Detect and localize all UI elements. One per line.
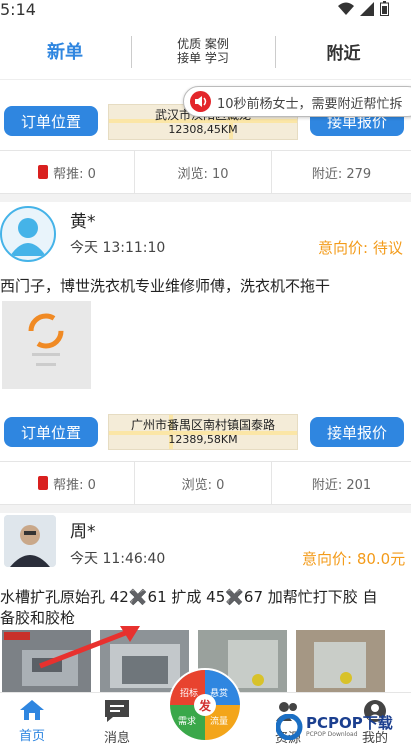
- tab-mid-line2: 接单 学习: [177, 51, 229, 65]
- order-location-label: 订单位置: [20, 423, 81, 442]
- separator: [0, 505, 411, 513]
- home-icon: [20, 700, 44, 720]
- status-bar: 5:14: [0, 0, 411, 22]
- ticker-text: 10秒前杨女士，需要附近帮忙拆: [217, 97, 403, 112]
- help-count: 帮推: 0: [53, 477, 96, 493]
- watermark-sub: PCPOP Download: [306, 731, 358, 738]
- battery-icon: [380, 1, 389, 16]
- order-action-bar: 订单位置 广州市番禺区南村镇国泰路 12389,58KM 接单报价: [0, 413, 411, 451]
- order-location-button[interactable]: 订单位置: [4, 417, 98, 447]
- fab-label-traffic: 流量: [210, 717, 229, 727]
- signal-icon: [360, 1, 374, 16]
- fab-label-bid: 招标: [180, 689, 199, 699]
- order-distance: 12389,58KM: [168, 433, 238, 446]
- tab-near-label: 附近: [326, 43, 361, 64]
- help-count: 帮推: 0: [53, 166, 96, 182]
- nav-home[interactable]: 首页: [2, 699, 62, 755]
- views-stat: 浏览: 10: [135, 151, 271, 193]
- order-address: 广州市番禺区南村镇国泰路: [130, 418, 275, 432]
- quote-button[interactable]: 接单报价: [310, 417, 404, 447]
- nearby-count: 附近: 279: [311, 166, 372, 182]
- status-icons: [338, 1, 389, 16]
- speaker-icon: [190, 91, 211, 112]
- order-photo[interactable]: [296, 630, 385, 692]
- post-time: 今天 11:46:40: [70, 551, 166, 567]
- order-location-button[interactable]: 订单位置: [4, 106, 98, 136]
- status-time: 5:14: [0, 0, 36, 19]
- views-stat: 浏览: 0: [135, 462, 271, 504]
- nearby-count: 附近: 201: [311, 477, 372, 493]
- pcpop-logo-icon: [276, 714, 303, 740]
- pcpop-watermark: PCPOP下载 PCPOP Download: [276, 712, 408, 742]
- views-count: 浏览: 10: [177, 166, 229, 182]
- nav-messages[interactable]: 消息: [87, 699, 147, 755]
- order-stats: 帮推: 0 浏览: 10 附近: 279: [0, 150, 411, 194]
- wifi-icon: [338, 2, 354, 15]
- tab-cases-learning[interactable]: 优质 案例 接单 学习: [132, 22, 274, 80]
- help-push-stat[interactable]: 帮推: 0: [0, 151, 134, 193]
- tab-new-orders[interactable]: 新单: [0, 22, 130, 80]
- post-time: 今天 13:11:10: [70, 240, 166, 256]
- order-distance: 12308,45KM: [168, 123, 238, 136]
- order-location-label: 订单位置: [20, 112, 81, 131]
- nearby-stat: 附近: 279: [272, 151, 411, 193]
- fab-center: 发: [194, 694, 216, 716]
- nav-home-label: 首页: [18, 729, 45, 744]
- avatar[interactable]: [0, 206, 56, 262]
- order-map-thumbnail[interactable]: 广州市番禺区南村镇国泰路 12389,58KM: [108, 414, 298, 450]
- quote-label: 接单报价: [326, 423, 387, 442]
- top-tabs: 新单 优质 案例 接单 学习 附近: [0, 22, 411, 80]
- avatar[interactable]: [4, 515, 56, 567]
- tab-mid-line1: 优质 案例: [177, 37, 229, 51]
- message-icon: [105, 700, 129, 722]
- tab-new-label: 新单: [47, 42, 83, 63]
- notification-ticker[interactable]: 10秒前杨女士，需要附近帮忙拆: [183, 86, 411, 117]
- order-stats: 帮推: 0 浏览: 0 附近: 201: [0, 461, 411, 505]
- help-push-stat[interactable]: 帮推: 0: [0, 462, 134, 504]
- separator: [0, 194, 411, 202]
- order-description-line: 水槽扩孔原始孔 42✖️61 扩成 45✖️67 加帮忙打下胶 自: [0, 588, 378, 606]
- annotation-arrow-icon: [39, 626, 140, 669]
- user-name: 黄*: [70, 212, 96, 232]
- nearby-stat: 附近: 201: [272, 462, 411, 504]
- nav-messages-label: 消息: [103, 731, 130, 746]
- user-name: 周*: [70, 522, 96, 542]
- tab-nearby[interactable]: 附近: [276, 22, 411, 80]
- intended-price: 意向价: 80.0元: [302, 550, 406, 568]
- order-description: 西门子，博世洗衣机专业维修师傅，洗衣机不拖干: [0, 277, 331, 295]
- fab-label-demand: 需求: [178, 717, 197, 727]
- watermark-brand: PCPOP下载: [306, 714, 393, 732]
- order-photo-loading[interactable]: [2, 301, 91, 389]
- help-icon: [38, 476, 49, 490]
- views-count: 浏览: 0: [181, 477, 225, 493]
- publish-fab[interactable]: 招标 悬赏 需求 流量 发: [168, 668, 242, 742]
- help-icon: [38, 165, 49, 179]
- intended-price: 意向价: 待议: [318, 239, 403, 257]
